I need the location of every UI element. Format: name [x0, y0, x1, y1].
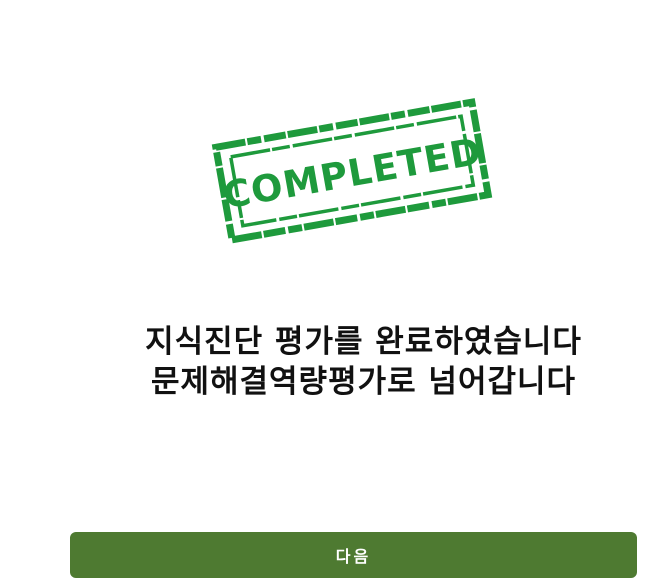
- completion-page: COMPLETED 지식진단 평가를 완료하였습니다 문제해결역량평가로 넘어갑…: [0, 0, 667, 586]
- completion-message: 지식진단 평가를 완료하였습니다 문제해결역량평가로 넘어갑니다: [60, 322, 667, 402]
- message-line-1: 지식진단 평가를 완료하였습니다: [145, 324, 582, 360]
- message-line-2: 문제해결역량평가로 넘어갑니다: [150, 364, 577, 400]
- completed-stamp-image: COMPLETED: [210, 96, 494, 246]
- next-button[interactable]: 다음: [70, 532, 637, 578]
